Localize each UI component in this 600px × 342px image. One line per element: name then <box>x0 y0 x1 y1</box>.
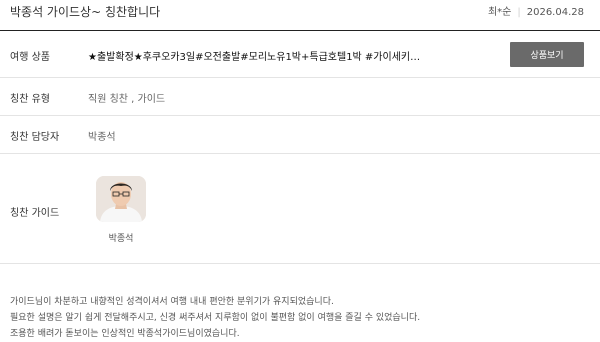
product-label: 여행 상품 <box>10 52 50 63</box>
review-line: 필요한 설명은 알기 쉽게 전달해주시고, 신경 써주셔서 지루함이 없이 불편… <box>10 313 421 323</box>
row-divider <box>0 115 600 116</box>
meta-divider: | <box>517 7 521 18</box>
praise-staff-value: 박종석 <box>88 132 116 143</box>
guide-avatar <box>96 176 146 222</box>
post-date: 2026.04.28 <box>526 7 584 18</box>
praise-type-label: 칭찬 유형 <box>10 94 50 105</box>
review-body: 가이드님이 차분하고 내향적인 성격이셔서 여행 내내 편안한 분위기가 유지되… <box>10 294 590 342</box>
review-meta: 최*순 | 2026.04.28 <box>488 3 584 18</box>
view-product-button[interactable]: 상품보기 <box>510 42 584 67</box>
row-divider <box>0 263 600 264</box>
row-divider <box>0 153 600 154</box>
review-line: 가이드님이 차분하고 내향적인 성격이셔서 여행 내내 편안한 분위기가 유지되… <box>10 297 334 307</box>
product-name-link[interactable]: ★출발확정★후쿠오카3일#오전출발#모리노유1박+특급호텔1박 #가이세키석식,… <box>88 48 428 63</box>
praise-type-value: 직원 칭찬 , 가이드 <box>88 94 166 105</box>
guide-name: 박종석 <box>108 234 134 244</box>
header-divider <box>0 30 600 31</box>
row-divider <box>0 77 600 78</box>
author-name: 최*순 <box>487 7 512 18</box>
praise-guide-label: 칭찬 가이드 <box>10 208 60 219</box>
praise-staff-label: 칭찬 담당자 <box>10 132 60 143</box>
review-line: 조용한 배려가 돋보이는 인상적인 박종석가이드님이였습니다. <box>10 329 240 339</box>
page-title: 박종석 가이드상~ 칭찬합니다 <box>10 5 161 19</box>
review-header: 박종석 가이드상~ 칭찬합니다 최*순 | 2026.04.28 <box>0 0 600 24</box>
